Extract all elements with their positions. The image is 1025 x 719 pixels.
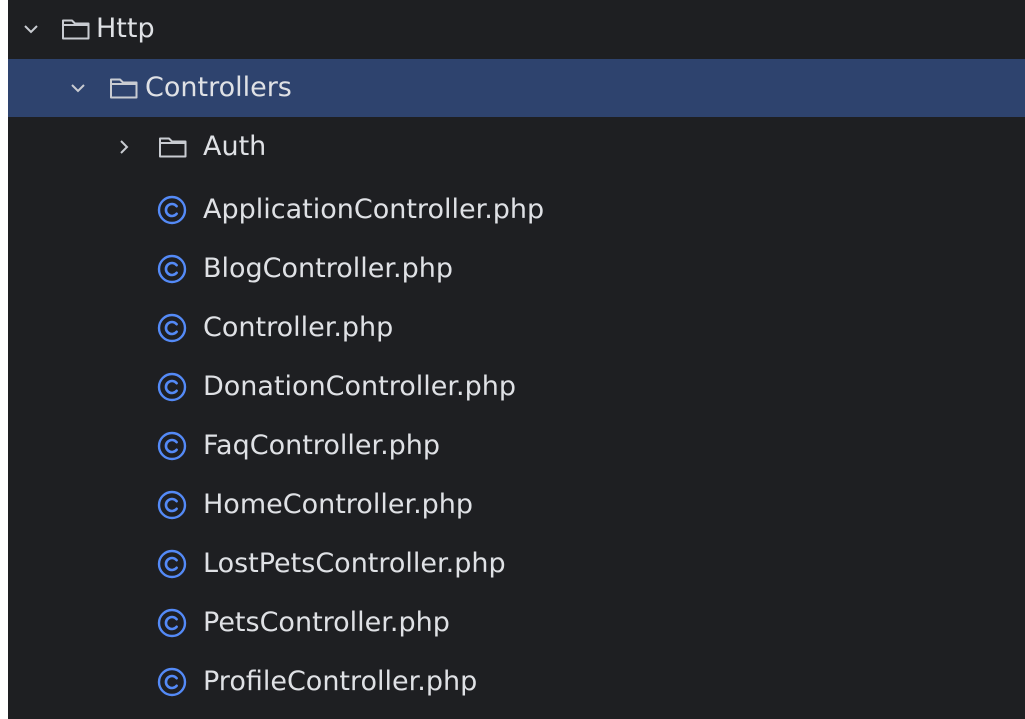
tree-item-file[interactable]: PetsController.php	[8, 594, 1025, 652]
tree-item-controllers[interactable]: Controllers	[8, 59, 1025, 117]
tree-item-file[interactable]: Controller.php	[8, 299, 1025, 357]
folder-icon	[159, 137, 187, 158]
tree-item-label: Controllers	[145, 72, 292, 103]
tree-item-file[interactable]: FaqController.php	[8, 417, 1025, 475]
class-icon	[157, 431, 187, 461]
project-tree: Http Controllers Auth ApplicationControl…	[8, 0, 1025, 719]
folder-icon	[110, 78, 138, 99]
chevron-down-icon[interactable]	[66, 76, 90, 100]
class-icon	[157, 608, 187, 638]
tree-item-label: Http	[96, 13, 155, 44]
tree-item-label: LostPetsController.php	[203, 548, 506, 579]
tree-item-label: ProfileController.php	[203, 666, 478, 697]
tree-item-file[interactable]: ApplicationController.php	[8, 181, 1025, 239]
tree-item-file[interactable]: BlogController.php	[8, 240, 1025, 298]
tree-item-http[interactable]: Http	[8, 0, 1025, 58]
tree-item-label: HomeController.php	[203, 489, 474, 520]
tree-item-file[interactable]: DonationController.php	[8, 358, 1025, 416]
class-icon	[157, 254, 187, 284]
folder-icon	[62, 19, 90, 40]
class-icon	[157, 490, 187, 520]
class-icon	[157, 195, 187, 225]
tree-item-label: PetsController.php	[203, 607, 450, 638]
chevron-down-icon[interactable]	[19, 17, 43, 41]
tree-item-label: ApplicationController.php	[203, 194, 545, 225]
tree-item-file[interactable]: ProfileController.php	[8, 653, 1025, 711]
tree-item-file[interactable]: HomeController.php	[8, 476, 1025, 534]
tree-item-label: FaqController.php	[203, 430, 441, 461]
class-icon	[157, 667, 187, 697]
class-icon	[157, 549, 187, 579]
tree-item-file[interactable]: LostPetsController.php	[8, 535, 1025, 593]
tree-item-label: BlogController.php	[203, 253, 453, 284]
tree-item-label: DonationController.php	[203, 371, 516, 402]
tree-item-label: Auth	[203, 131, 267, 162]
class-icon	[157, 372, 187, 402]
tree-item-label: Controller.php	[203, 312, 394, 343]
chevron-right-icon[interactable]	[112, 135, 136, 159]
class-icon	[157, 313, 187, 343]
tree-item-auth[interactable]: Auth	[8, 118, 1025, 176]
